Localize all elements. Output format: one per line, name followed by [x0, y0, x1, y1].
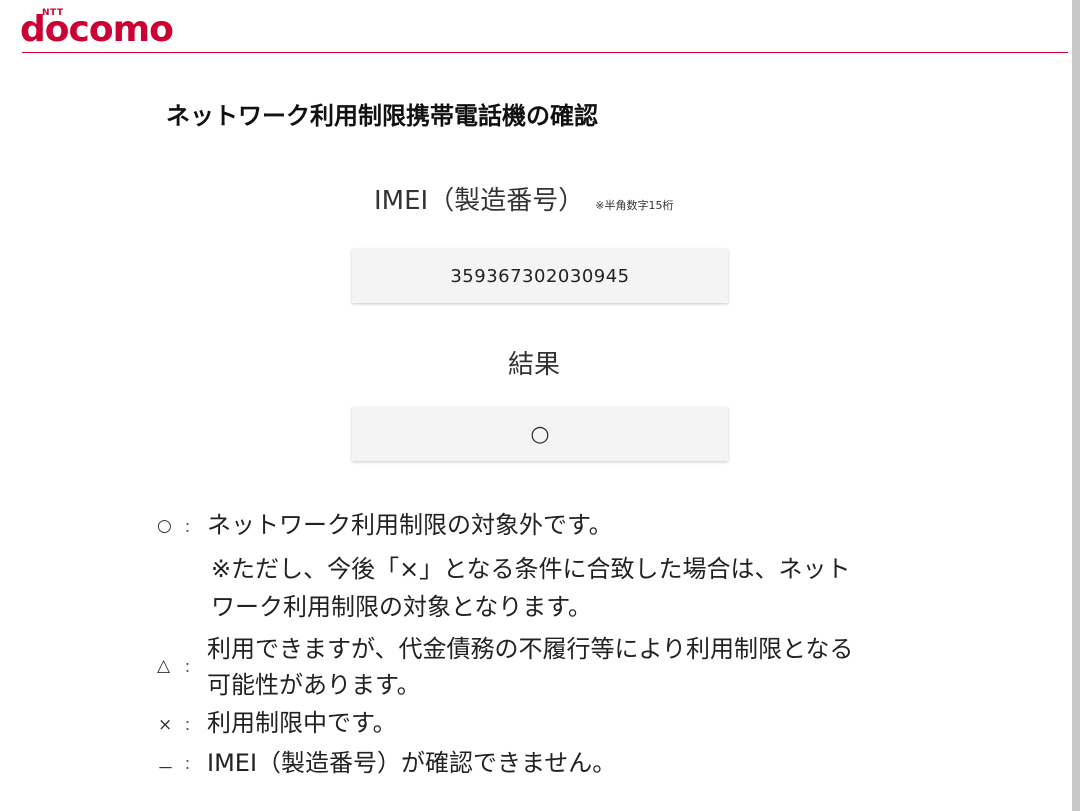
scrollbar-track[interactable] — [1072, 0, 1080, 811]
legend-circle-separator: ： — [184, 520, 198, 536]
header: NTT docomo — [0, 0, 1068, 54]
docomo-logo[interactable]: NTT docomo — [20, 8, 190, 50]
legend-circle-text: ネットワーク利用制限の対象外です。 — [207, 511, 613, 539]
legend-triangle-symbol: △ — [157, 656, 171, 676]
imei-label-row: IMEI（製造番号） ※半角数字15桁 — [374, 180, 674, 217]
legend-dash-separator: ： — [184, 757, 198, 773]
legend-cross-text: 利用制限中です。 — [207, 709, 397, 737]
legend-cross-separator: ： — [184, 718, 198, 734]
legend-triangle-separator: ： — [184, 660, 198, 676]
legend-dash-symbol: － — [157, 759, 174, 779]
page-title: ネットワーク利用制限携帯電話機の確認 — [166, 102, 598, 130]
result-value: ○ — [530, 421, 550, 447]
legend-cross-symbol: × — [158, 715, 173, 735]
legend-dash-text: IMEI（製造番号）が確認できません。 — [207, 749, 617, 777]
legend-circle-note-line1: ※ただし、今後「×」となる条件に合致した場合は、ネット — [211, 555, 851, 583]
legend-triangle-line2: 可能性があります。 — [207, 671, 421, 699]
result-field: ○ — [352, 407, 728, 461]
legend-circle-symbol: ○ — [157, 516, 172, 536]
imei-field: 359367302030945 — [352, 249, 728, 303]
result-label: 結果 — [508, 350, 561, 380]
legend-circle-note-line2: ワーク利用制限の対象となります。 — [211, 593, 592, 621]
logo-wordmark: docomo — [20, 9, 174, 50]
imei-value: 359367302030945 — [450, 265, 630, 287]
imei-note: ※半角数字15桁 — [595, 199, 674, 212]
header-divider — [22, 52, 1068, 53]
legend-triangle-line1: 利用できますが、代金債務の不履行等により利用制限となる — [207, 635, 854, 663]
imei-label: IMEI（製造番号） — [374, 186, 585, 216]
